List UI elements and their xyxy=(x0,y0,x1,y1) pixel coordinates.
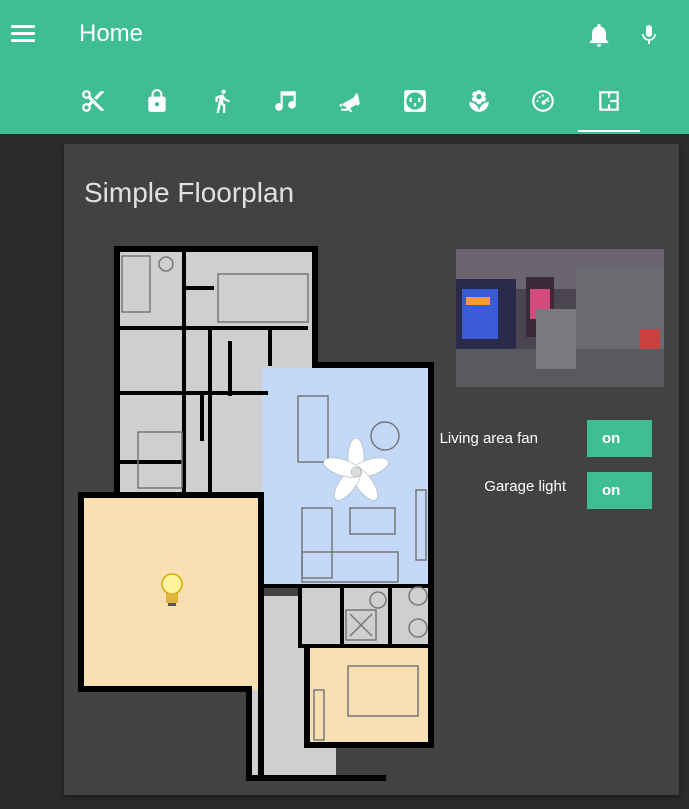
floorplan-card: Simple Floorplan Living area fan on Gara… xyxy=(64,144,679,795)
lock-icon xyxy=(148,89,166,112)
garage-light-label: Garage light xyxy=(484,478,566,495)
scissors-icon xyxy=(82,90,104,112)
tab-outlet[interactable] xyxy=(384,80,446,132)
app-title: Home xyxy=(79,20,144,47)
tab-lock[interactable] xyxy=(126,80,188,132)
floorplan-icon xyxy=(599,91,619,111)
tab-walking[interactable] xyxy=(191,80,253,132)
flower-icon xyxy=(469,90,489,112)
tab-gauge[interactable] xyxy=(512,80,574,132)
living-area-fan-toggle[interactable]: on xyxy=(587,420,652,457)
menu-icon[interactable] xyxy=(10,22,38,48)
tab-floorplan[interactable] xyxy=(578,80,640,132)
music-note-icon xyxy=(275,91,296,111)
microphone-icon[interactable] xyxy=(637,20,661,50)
bell-icon[interactable] xyxy=(585,20,613,50)
floorplan-image xyxy=(78,246,434,781)
tab-cctv[interactable] xyxy=(319,80,381,132)
garage-light-toggle[interactable]: on xyxy=(587,472,652,509)
living-area-fan-label: Living area fan xyxy=(439,430,538,447)
top-app-bar: Home xyxy=(0,0,689,134)
card-title: Simple Floorplan xyxy=(84,177,295,208)
tab-flower[interactable] xyxy=(448,80,510,132)
camera-feed[interactable] xyxy=(456,249,664,387)
gauge-icon xyxy=(532,90,554,112)
cctv-camera-icon xyxy=(339,93,360,113)
bedroom-highlight xyxy=(310,648,432,746)
tab-scissors[interactable] xyxy=(62,80,124,132)
walking-person-icon xyxy=(215,89,230,113)
tab-music[interactable] xyxy=(255,80,317,132)
power-outlet-icon xyxy=(404,90,426,112)
